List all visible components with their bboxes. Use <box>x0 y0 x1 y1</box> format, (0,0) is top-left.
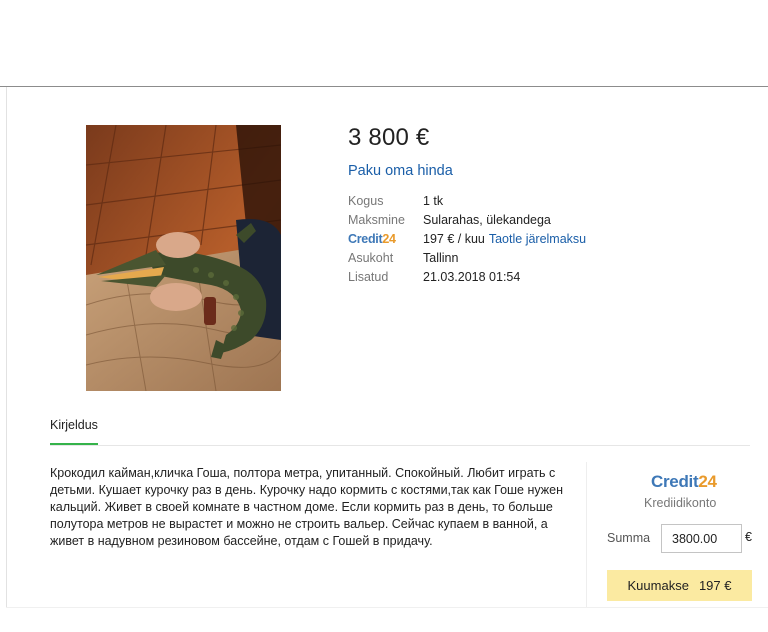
detail-value: 197 € / kuu Taotle järelmaksu <box>423 232 586 246</box>
sum-input[interactable] <box>661 524 742 553</box>
credit24-logo-number: 24 <box>382 232 396 246</box>
monthly-payment-amount: 197 € <box>698 578 732 593</box>
detail-label: Maksmine <box>348 213 405 227</box>
detail-value: 1 tk <box>423 194 444 208</box>
make-offer-link[interactable]: Paku oma hinda <box>348 163 453 179</box>
sum-currency: € <box>745 530 752 544</box>
crocodile-photo-image <box>86 125 281 391</box>
monthly-payment-button[interactable]: Kuumakse 197 € <box>607 570 752 601</box>
credit24-logo-word: Credit <box>651 472 699 491</box>
detail-label: Kogus <box>348 194 384 208</box>
apply-installment-link[interactable]: Taotle järelmaksu <box>489 232 586 246</box>
detail-value: 21.03.2018 01:54 <box>423 270 521 284</box>
tab-description[interactable]: Kirjeldus <box>50 418 98 432</box>
tab-bar-divider <box>50 445 750 446</box>
tab-active-indicator <box>50 443 98 445</box>
credit-panel-subtitle: Krediidikonto <box>644 496 717 510</box>
detail-label: Lisatud <box>348 270 389 284</box>
content-bottom-border <box>6 607 768 608</box>
listing-price: 3 800 € <box>348 124 430 151</box>
content-left-border <box>6 87 7 607</box>
detail-label: Asukoht <box>348 251 394 265</box>
credit24-panel-logo: Credit24 <box>651 472 717 492</box>
credit24-logo-number: 24 <box>698 472 717 491</box>
listing-photo[interactable] <box>86 125 281 391</box>
listing-description: Крокодил кайман,кличка Гоша, полтора мет… <box>50 466 563 548</box>
page-top-divider <box>0 86 768 87</box>
credit24-logo: Credit24 <box>348 232 396 246</box>
credit24-logo-word: Credit <box>348 232 383 246</box>
detail-value: Sularahas, ülekandega <box>423 213 551 227</box>
monthly-payment-value: 197 € / kuu <box>423 232 485 246</box>
credit-panel-divider <box>586 462 587 607</box>
detail-value: Tallinn <box>423 251 459 265</box>
sum-label: Summa <box>607 531 651 545</box>
monthly-payment-label: Kuumakse <box>627 578 689 593</box>
